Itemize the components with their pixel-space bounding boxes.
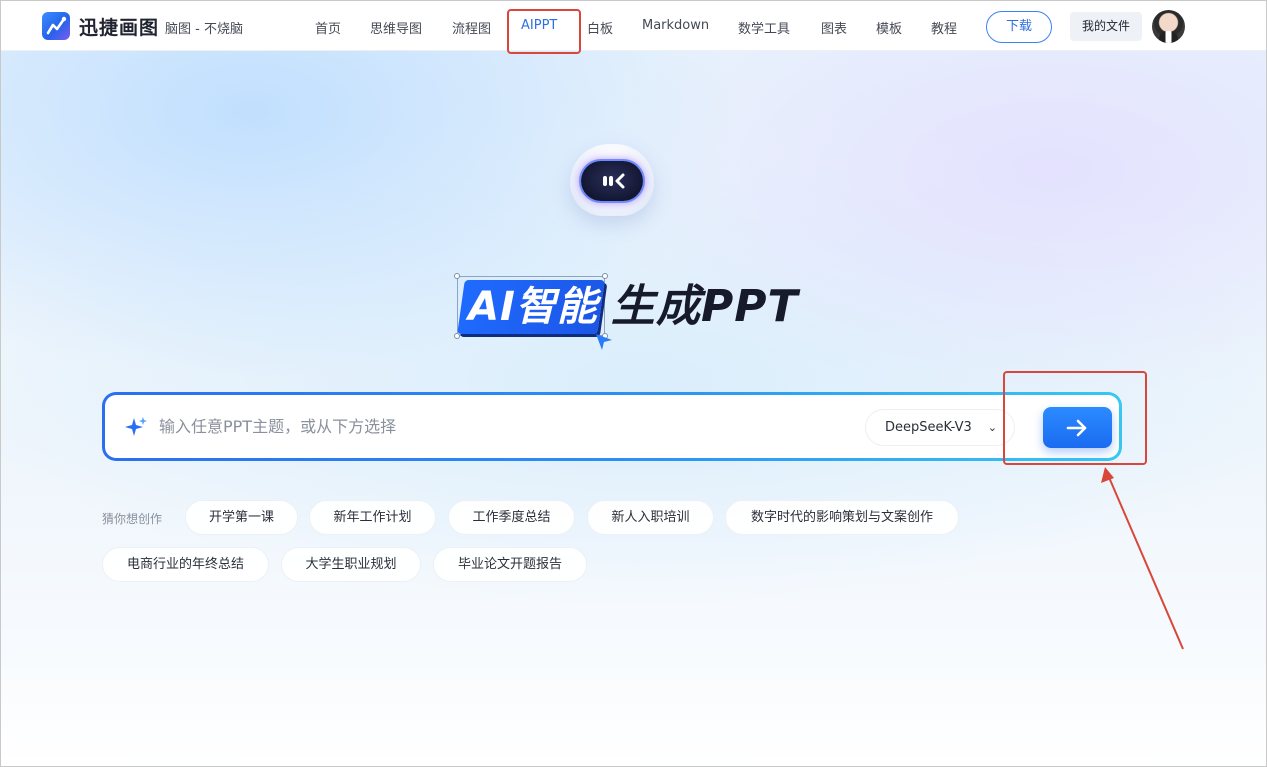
brand-name[interactable]: 迅捷画图 bbox=[79, 13, 159, 40]
brand-slogan: 脑图 - 不烧脑 bbox=[165, 22, 243, 37]
annotation-arrow-icon bbox=[1101, 467, 1184, 650]
model-select-value: DeepSeeK-V3 bbox=[885, 420, 972, 435]
chevron-down-icon: ⌄ bbox=[987, 421, 997, 434]
nav-item-home[interactable]: 首页 bbox=[315, 18, 341, 37]
nav-item-whiteboard[interactable]: 白板 bbox=[587, 18, 613, 37]
title-text: 生成PPT bbox=[611, 281, 799, 332]
nav-item-math-tools[interactable]: 数学工具 bbox=[738, 18, 790, 37]
selection-handle bbox=[602, 273, 608, 279]
model-select-dropdown[interactable]: DeepSeeK-V3 ⌄ bbox=[865, 409, 1015, 446]
sparkle-icon bbox=[125, 417, 147, 436]
nav-item-markdown[interactable]: Markdown bbox=[642, 18, 709, 33]
suggestion-chip[interactable]: 数字时代的影响策划与文案创作 bbox=[725, 500, 959, 535]
cursor-pointer-icon bbox=[596, 334, 612, 350]
top-nav-bar: 迅捷画图 脑图 - 不烧脑 首页 思维导图 流程图 AIPPT 白板 Markd… bbox=[1, 1, 1266, 51]
nav-item-flowchart[interactable]: 流程图 bbox=[452, 18, 491, 37]
suggestion-chip[interactable]: 新人入职培训 bbox=[587, 500, 714, 535]
my-files-button[interactable]: 我的文件 bbox=[1070, 12, 1142, 41]
suggestions-label: 猜你想创作 bbox=[102, 512, 163, 526]
suggestion-chip[interactable]: 大学生职业规划 bbox=[281, 547, 421, 582]
ppt-topic-search-box: DeepSeeK-V3 ⌄ bbox=[102, 392, 1122, 461]
selection-handle bbox=[454, 273, 460, 279]
annotation-highlight-submit bbox=[1003, 371, 1147, 465]
download-button[interactable]: 下载 bbox=[986, 11, 1052, 43]
nav-item-templates[interactable]: 模板 bbox=[876, 18, 902, 37]
suggestion-chip[interactable]: 电商行业的年终总结 bbox=[102, 547, 269, 582]
robot-mascot-icon bbox=[570, 144, 654, 216]
selection-handle bbox=[454, 333, 460, 339]
suggestion-chip[interactable]: 工作季度总结 bbox=[448, 500, 575, 535]
suggestion-chip[interactable]: 开学第一课 bbox=[185, 500, 298, 535]
ppt-topic-input[interactable] bbox=[159, 395, 849, 458]
logo-icon[interactable] bbox=[42, 12, 70, 40]
annotation-highlight-aippt bbox=[507, 9, 581, 54]
suggestion-chip[interactable]: 毕业论文开题报告 bbox=[433, 547, 587, 582]
nav-item-charts[interactable]: 图表 bbox=[821, 18, 847, 37]
suggestion-chip[interactable]: 新年工作计划 bbox=[309, 500, 436, 535]
nav-item-tutorials[interactable]: 教程 bbox=[931, 18, 957, 37]
title-highlight-text: AI智能 bbox=[468, 284, 598, 330]
nav-item-mindmap[interactable]: 思维导图 bbox=[370, 18, 422, 37]
avatar[interactable] bbox=[1152, 10, 1185, 43]
